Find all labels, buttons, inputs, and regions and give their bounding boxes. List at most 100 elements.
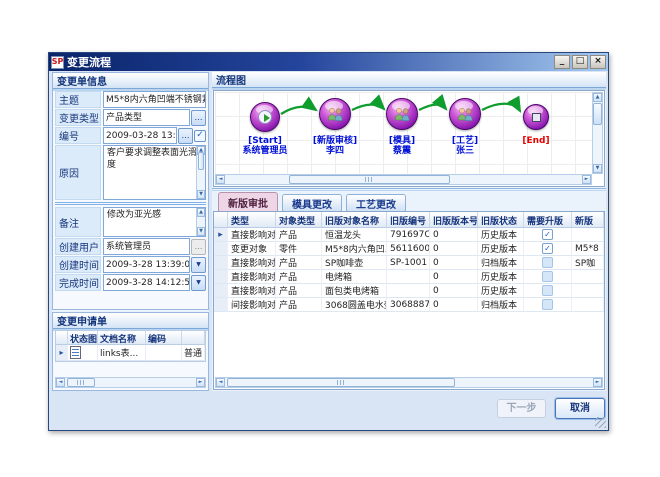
reason-scrollbar[interactable]: ▲ ▼ [196,146,205,199]
request-table-hscrollbar[interactable]: ◄ ► [55,377,206,388]
minimize-button[interactable]: _ [554,55,570,69]
maximize-button[interactable]: □ [572,55,588,69]
finish-time-input[interactable]: 2009-3-28 14:12:50 [103,274,190,291]
cell-r3-c8[interactable]: SP咖 [572,256,604,270]
flow-node-users[interactable] [319,98,351,130]
close-button[interactable]: × [590,55,606,69]
scroll-thumb[interactable] [198,152,204,170]
scroll-thumb[interactable] [67,378,95,387]
cell-r1-c5[interactable]: 0 [430,228,478,242]
flow-node-users[interactable] [449,98,481,130]
cell-r4-c6[interactable]: 历史版本 [478,270,524,284]
flow-canvas[interactable]: [Start]系统管理员[新版审核]李四[模具]蔡震[工艺]张三[End] [215,92,593,175]
upgrade-checkbox-unchecked[interactable] [542,299,553,310]
scroll-right-icon[interactable]: ► [593,378,602,387]
number-browse-button[interactable]: … [178,128,193,144]
finish-time-dropdown-icon[interactable]: ▼ [191,275,206,291]
create-time-dropdown-icon[interactable]: ▼ [191,257,206,273]
cell-r6-c2[interactable]: 产品 [276,298,322,312]
creator-browse-button[interactable]: … [191,239,206,255]
scroll-right-icon[interactable]: ► [196,378,205,387]
scroll-down-icon[interactable]: ▼ [197,227,205,236]
cell-r4-c2[interactable]: 产品 [276,270,322,284]
cell-r6-c4[interactable]: 3068887 [387,298,430,312]
cell-r6-c6[interactable]: 归档版本 [478,298,524,312]
cell-r1-c2[interactable]: 产品 [276,228,322,242]
flow-node-users[interactable] [386,98,418,130]
cell-r3-c5[interactable]: 0 [430,256,478,270]
flow-node-end[interactable] [523,104,549,130]
tab-3[interactable]: 工艺更改 [346,194,406,211]
cell-r1-c6[interactable]: 历史版本 [478,228,524,242]
create-time-input[interactable]: 2009-3-28 13:39:01 [103,256,190,273]
tab-1[interactable]: 新版审批 [218,192,278,211]
creator-input[interactable]: 系统管理员 [103,238,190,255]
scroll-left-icon[interactable]: ◄ [216,175,225,184]
scroll-left-icon[interactable]: ◄ [56,378,65,387]
cell-r6-c1[interactable]: 间接影响对象 [228,298,276,312]
next-button[interactable]: 下一步 [497,399,546,418]
change-type-browse-button[interactable]: … [191,110,206,126]
cell-r1-c8[interactable] [572,228,604,242]
cell-r6-c8[interactable] [572,298,604,312]
cell-r5-c6[interactable]: 历史版本 [478,284,524,298]
scroll-up-icon[interactable]: ▲ [197,208,205,217]
change-type-input[interactable]: 产品类型 [103,109,190,126]
cell-r3-c7[interactable] [524,256,572,270]
upgrade-checkbox-unchecked[interactable] [542,257,553,268]
cell-r4-c4[interactable] [387,270,430,284]
cell-r2-c4[interactable]: 5611600 [387,242,430,256]
extra-cell[interactable]: 普通 [182,345,205,361]
reason-textarea[interactable]: 客户要求调整表面光滑度 ▲ ▼ [103,145,206,200]
cell-r3-c4[interactable]: SP-1001 [387,256,430,270]
doc-cell[interactable] [68,345,98,361]
flow-node-start[interactable] [250,102,280,132]
cell-r2-c8[interactable]: M5*8 [572,242,604,256]
cancel-button[interactable]: 取消 [555,398,605,419]
cell-r6-c3[interactable]: 3068圆盖电水壶 [322,298,387,312]
scroll-thumb[interactable] [593,103,602,125]
cell-r4-c5[interactable]: 0 [430,270,478,284]
cell-r6-c5[interactable]: 0 [430,298,478,312]
cell-r3-c1[interactable]: 直接影响对象 [228,256,276,270]
cell-r4-c1[interactable]: 直接影响对象 [228,270,276,284]
cell-r3-c3[interactable]: SP咖啡壶 [322,256,387,270]
flow-vscrollbar[interactable]: ▲ ▼ [592,92,603,174]
scroll-up-icon[interactable]: ▲ [593,93,602,102]
cell-r5-c2[interactable]: 产品 [276,284,322,298]
scroll-down-icon[interactable]: ▼ [593,164,602,173]
scroll-thumb[interactable] [227,378,455,387]
upgrade-checkbox-unchecked[interactable] [542,271,553,282]
flow-hscrollbar[interactable]: ◄ ► [215,174,592,185]
cell-r5-c7[interactable] [524,284,572,298]
cell-r4-c3[interactable]: 电烤箱 [322,270,387,284]
cell-r2-c5[interactable]: 0 [430,242,478,256]
cell-r4-c8[interactable] [572,270,604,284]
cell-r5-c1[interactable]: 直接影响对象 [228,284,276,298]
upgrade-checkbox-checked[interactable]: ✓ [542,229,553,240]
resize-grip[interactable] [595,417,606,428]
subject-input[interactable]: M5*8内六角凹端不锈钢紧固螺钉 [103,91,206,108]
cell-r1-c3[interactable]: 恒温龙头 [322,228,387,242]
cell-r6-c7[interactable] [524,298,572,312]
scroll-right-icon[interactable]: ► [582,175,591,184]
impact-table-hscrollbar[interactable]: ◄ ► [215,377,603,388]
cell-r4-c7[interactable] [524,270,572,284]
cell-r2-c2[interactable]: 零件 [276,242,322,256]
scroll-thumb[interactable] [289,175,450,184]
cell-r5-c3[interactable]: 面包类电烤箱 [322,284,387,298]
cell-r2-c7[interactable]: ✓ [524,242,572,256]
cell-r2-c1[interactable]: 变更对象 [228,242,276,256]
number-checkbox[interactable]: ✓ [194,130,206,142]
scroll-down-icon[interactable]: ▼ [197,190,205,199]
number-input[interactable]: 2009-03-28 13:39:01 [103,127,177,144]
upgrade-checkbox-checked[interactable]: ✓ [542,243,553,254]
cell-r1-c1[interactable]: 直接影响对象 [228,228,276,242]
cell-r2-c3[interactable]: M5*8内六角凹... [322,242,387,256]
scroll-left-icon[interactable]: ◄ [216,378,225,387]
cell-r1-c7[interactable]: ✓ [524,228,572,242]
cell-r3-c2[interactable]: 产品 [276,256,322,270]
cell-r5-c4[interactable] [387,284,430,298]
code-cell[interactable] [146,345,182,361]
upgrade-checkbox-unchecked[interactable] [542,285,553,296]
